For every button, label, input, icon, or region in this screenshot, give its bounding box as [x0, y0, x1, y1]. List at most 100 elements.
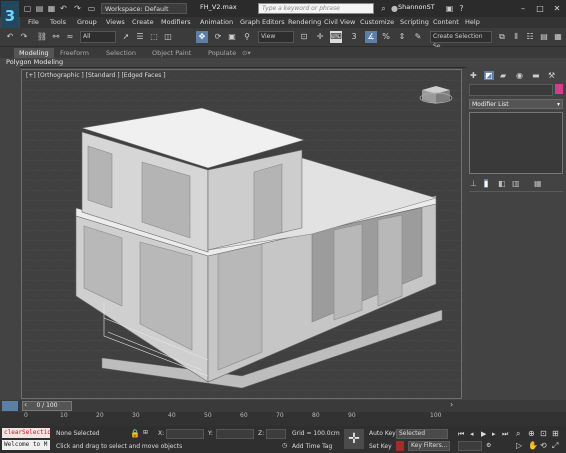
show-end-result-icon[interactable]: ▮ — [484, 179, 489, 188]
remove-modifier-icon[interactable]: ▥ — [512, 179, 520, 188]
modifier-list-dropdown[interactable]: Modifier List ▾ — [469, 99, 563, 109]
cart-icon[interactable]: ▣ — [444, 3, 455, 14]
maximize-button[interactable]: □ — [533, 3, 547, 14]
modify-tab-icon[interactable]: ◩ — [484, 71, 494, 80]
time-configuration-icon[interactable] — [2, 401, 18, 411]
zoom-extents-all-icon[interactable]: ⊞ — [552, 429, 559, 438]
named-selection-dropdown[interactable]: Create Selection Se — [430, 31, 492, 50]
app-logo-icon[interactable]: 3 — [1, 1, 19, 31]
field-of-view-icon[interactable]: ▷ — [516, 441, 522, 450]
configure-modifier-sets-icon[interactable]: ▦ — [534, 179, 542, 188]
menu-modifiers[interactable]: Modifiers — [161, 18, 191, 26]
object-name-field[interactable] — [469, 84, 553, 96]
menu-graph-editors[interactable]: Graph Editors — [240, 18, 285, 26]
maxscript-output-field[interactable]: Welcome to M — [2, 440, 50, 450]
render-setup-icon[interactable]: ▦ — [552, 31, 564, 43]
utilities-tab-icon[interactable]: ⚒ — [548, 71, 555, 80]
object-color-swatch[interactable] — [555, 84, 563, 94]
keyboard-shortcut-override-icon[interactable]: ⌨ — [330, 31, 342, 43]
orbit-icon[interactable]: ⟲ — [540, 441, 547, 450]
undo-icon[interactable]: ↶ — [4, 31, 16, 43]
current-frame-field[interactable] — [458, 441, 482, 451]
select-and-move-icon[interactable]: ✥ — [196, 31, 208, 43]
project-folder-icon[interactable]: ▭ — [86, 3, 97, 14]
new-file-icon[interactable]: ▢ — [22, 3, 33, 14]
select-by-name-icon[interactable]: ☰ — [134, 31, 146, 43]
tab-modeling[interactable]: Modeling — [14, 48, 54, 58]
set-key-mode-icon[interactable]: ✛ — [344, 429, 364, 449]
minimize-button[interactable]: – — [516, 3, 530, 14]
next-key-icon[interactable]: ▸ — [492, 430, 496, 438]
polygon-modeling-label[interactable]: Polygon Modeling — [6, 58, 63, 67]
select-and-scale-icon[interactable]: ▣ — [226, 31, 238, 43]
viewport-label[interactable]: [+] [Orthographic ] [Standard ] [Edged F… — [26, 72, 166, 79]
select-manipulate-icon[interactable]: ✛ — [314, 31, 326, 43]
open-file-icon[interactable]: ▤ — [34, 3, 45, 14]
bind-space-warp-icon[interactable]: ≈ — [64, 31, 76, 43]
align-icon[interactable]: ⫴ — [510, 31, 522, 43]
reference-coordinate-dropdown[interactable]: View — [258, 31, 294, 43]
next-frame-icon[interactable]: › — [450, 400, 453, 409]
select-and-rotate-icon[interactable]: ⟳ — [212, 31, 224, 43]
spinner-snap-icon[interactable]: ⇕ — [396, 31, 408, 43]
time-slider[interactable]: 0 / 100 — [22, 401, 72, 411]
menu-views[interactable]: Views — [106, 18, 125, 26]
maximize-viewport-icon[interactable]: ⤢ — [552, 441, 558, 451]
maxscript-listener-field[interactable]: clearSelectio — [2, 428, 51, 438]
user-name[interactable]: ShannonST — [398, 3, 435, 11]
select-object-icon[interactable]: ➚ — [120, 31, 132, 43]
motion-tab-icon[interactable]: ◉ — [516, 71, 523, 80]
create-tab-icon[interactable]: ✚ — [470, 71, 477, 80]
modifier-stack[interactable] — [469, 112, 563, 174]
save-file-icon[interactable]: ▦ — [46, 3, 57, 14]
zoom-all-icon[interactable]: ⊕ — [528, 429, 535, 438]
z-coordinate-field[interactable] — [266, 429, 286, 439]
make-unique-icon[interactable]: ◧ — [498, 179, 506, 188]
time-configuration-icon[interactable]: ⚙ — [486, 442, 491, 449]
menu-animation[interactable]: Animation — [200, 18, 233, 26]
absolute-mode-icon[interactable]: ⊞ — [143, 429, 148, 436]
prev-key-icon[interactable]: ◂ — [470, 430, 474, 438]
layer-explorer-icon[interactable]: ▤ — [538, 31, 550, 43]
search-input[interactable]: Type a keyword or phrase — [258, 3, 374, 14]
add-time-tag[interactable]: Add Time Tag — [292, 443, 332, 450]
redo-icon[interactable]: ↷ — [18, 31, 30, 43]
edit-named-selection-icon[interactable]: ✎ — [412, 31, 424, 43]
zoom-icon[interactable]: ⌕ — [516, 429, 520, 439]
menu-create[interactable]: Create — [132, 18, 154, 26]
y-coordinate-field[interactable] — [216, 429, 254, 439]
menu-tools[interactable]: Tools — [50, 18, 66, 26]
select-and-place-icon[interactable]: ⚲ — [241, 31, 253, 43]
close-button[interactable]: ✕ — [550, 3, 564, 14]
prev-frame-icon[interactable]: ‹ — [24, 400, 27, 409]
mirror-icon[interactable]: ⧉ — [496, 31, 508, 43]
menu-scripting[interactable]: Scripting — [400, 18, 429, 26]
key-filters-button[interactable]: Key Filters... — [408, 441, 450, 451]
unlink-icon[interactable]: ⚯ — [50, 31, 62, 43]
menu-help[interactable]: Help — [465, 18, 480, 26]
pin-stack-icon[interactable]: ⊥ — [470, 179, 477, 188]
redo-icon[interactable]: ↷ — [72, 3, 83, 14]
scene-explorer-icon[interactable]: ☷ — [524, 31, 536, 43]
set-key-button[interactable]: Set Key — [369, 443, 392, 450]
menu-group[interactable]: Group — [77, 18, 97, 26]
menu-content[interactable]: Content — [433, 18, 459, 26]
link-icon[interactable]: ⛓ — [36, 31, 48, 43]
menu-rendering[interactable]: Rendering — [288, 18, 321, 26]
selection-filter-dropdown[interactable]: All — [80, 31, 116, 43]
goto-end-icon[interactable]: ⏭ — [502, 430, 508, 439]
tab-freeform[interactable]: Freeform — [60, 48, 89, 58]
lock-selection-icon[interactable]: 🔒 — [130, 429, 140, 438]
x-coordinate-field[interactable] — [166, 429, 204, 439]
key-mode-dropdown[interactable]: Selected — [396, 429, 448, 439]
window-crossing-icon[interactable]: ◫ — [162, 31, 174, 43]
display-tab-icon[interactable]: ▬ — [532, 71, 540, 80]
pan-icon[interactable]: ✋ — [528, 441, 538, 450]
menu-civil-view[interactable]: Civil View — [324, 18, 355, 26]
time-slider-track[interactable] — [0, 400, 566, 412]
menu-customize[interactable]: Customize — [360, 18, 394, 26]
search-icon[interactable]: ⌕ — [378, 3, 389, 14]
ribbon-options-icon[interactable]: ⊙▾ — [242, 48, 251, 58]
rectangular-selection-icon[interactable]: ⬚ — [148, 31, 160, 43]
perspective-viewport[interactable]: [+] [Orthographic ] [Standard ] [Edged F… — [21, 69, 462, 399]
